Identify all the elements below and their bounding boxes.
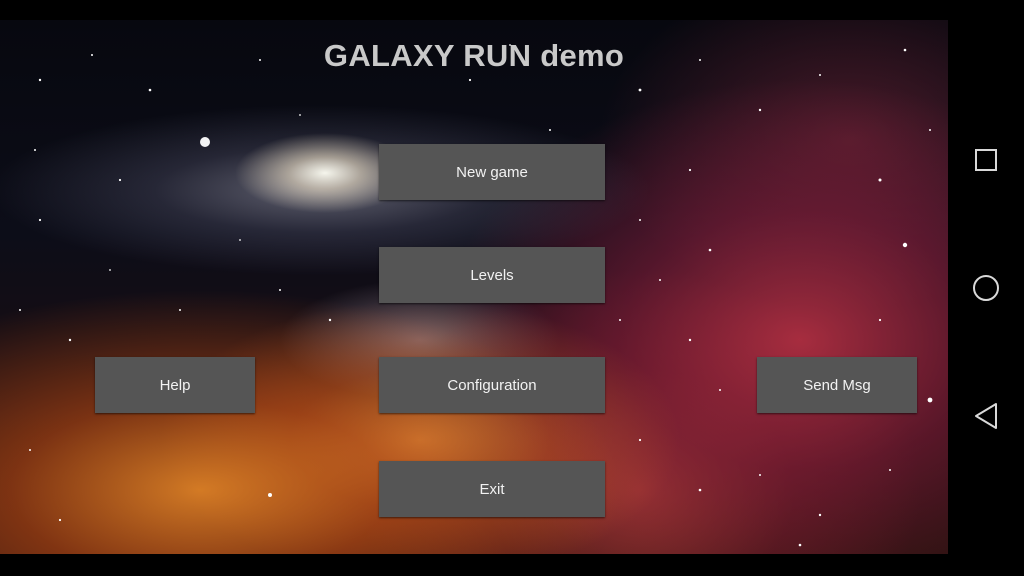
circle-icon [973, 275, 999, 301]
configuration-button[interactable]: Configuration [379, 357, 605, 413]
new-game-button[interactable]: New game [379, 144, 605, 200]
send-msg-button[interactable]: Send Msg [757, 357, 917, 413]
device-screen: GALAXY RUN demo New game Levels Help Con… [0, 0, 1024, 576]
game-background: GALAXY RUN demo New game Levels Help Con… [0, 20, 948, 554]
levels-button[interactable]: Levels [379, 247, 605, 303]
back-button[interactable] [972, 402, 1000, 430]
game-title: GALAXY RUN demo [323, 38, 625, 73]
recents-button[interactable] [972, 146, 1000, 174]
exit-button[interactable]: Exit [379, 461, 605, 517]
triangle-back-icon [975, 403, 997, 429]
square-icon [975, 149, 997, 171]
bottom-bar [0, 554, 948, 576]
home-button[interactable] [972, 274, 1000, 302]
status-bar [0, 0, 1024, 20]
navigation-bar [948, 20, 1024, 554]
help-button[interactable]: Help [95, 357, 255, 413]
